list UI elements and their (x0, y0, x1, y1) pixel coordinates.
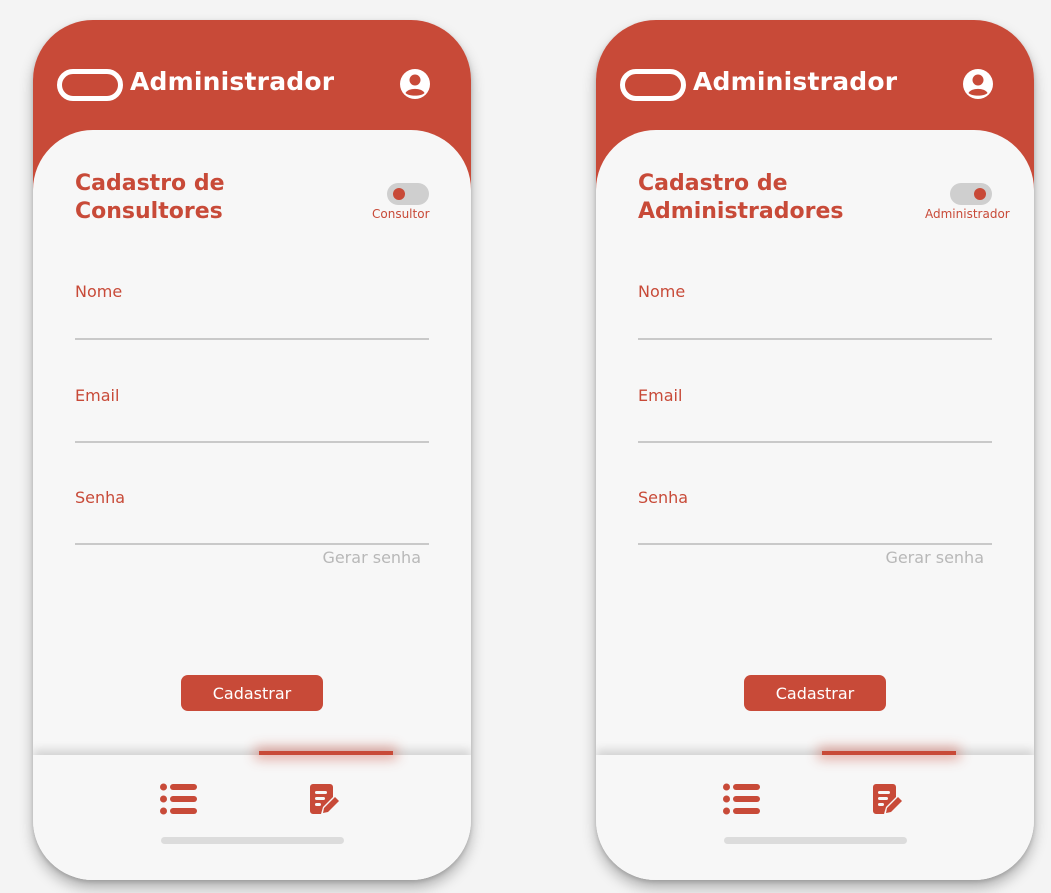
home-indicator (724, 837, 907, 844)
list-icon (160, 783, 197, 815)
home-indicator (161, 837, 344, 844)
form-title: Cadastro de Consultores (75, 170, 335, 226)
bottom-nav (33, 751, 471, 880)
nav-list[interactable] (722, 779, 762, 819)
active-tab-indicator (259, 751, 393, 755)
list-icon (723, 783, 760, 815)
active-tab-indicator (822, 751, 956, 755)
name-label: Nome (638, 282, 686, 301)
user-circle-icon[interactable] (962, 68, 994, 100)
toggle-knob (974, 188, 986, 200)
form-title: Cadastro de Administradores (638, 170, 898, 226)
toggle-knob (393, 188, 405, 200)
submit-button[interactable]: Cadastrar (744, 675, 886, 711)
password-input[interactable] (638, 515, 992, 545)
phone-screen-consultores: Administrador Cadastro de Consultores Co… (33, 20, 471, 880)
role-toggle[interactable] (950, 183, 992, 205)
user-circle-icon[interactable] (399, 68, 431, 100)
header-title: Administrador (693, 67, 898, 96)
pill-logo-icon (57, 69, 123, 101)
header-title: Administrador (130, 67, 335, 96)
password-label: Senha (75, 488, 126, 507)
name-input[interactable] (75, 310, 429, 340)
submit-button[interactable]: Cadastrar (181, 675, 323, 711)
pill-logo-icon (620, 69, 686, 101)
role-toggle[interactable] (387, 183, 429, 205)
name-label: Nome (75, 282, 123, 301)
toggle-label: Administrador (925, 207, 1010, 221)
edit-document-icon (310, 784, 339, 814)
email-label: Email (638, 386, 683, 405)
generate-password-link[interactable]: Gerar senha (322, 548, 421, 567)
form-title-line1: Cadastro de (75, 171, 225, 196)
bottom-nav (596, 751, 1034, 880)
name-input[interactable] (638, 310, 992, 340)
nav-edit[interactable] (868, 779, 908, 819)
email-label: Email (75, 386, 120, 405)
form-title-line1: Cadastro de (638, 171, 788, 196)
toggle-label: Consultor (372, 207, 430, 221)
email-input[interactable] (638, 413, 992, 443)
form-title-line2: Consultores (75, 199, 223, 224)
form-title-line2: Administradores (638, 199, 844, 224)
generate-password-link[interactable]: Gerar senha (885, 548, 984, 567)
nav-list[interactable] (159, 779, 199, 819)
phone-screen-administradores: Administrador Cadastro de Administradore… (596, 20, 1034, 880)
password-label: Senha (638, 488, 689, 507)
nav-edit[interactable] (305, 779, 345, 819)
email-input[interactable] (75, 413, 429, 443)
password-input[interactable] (75, 515, 429, 545)
edit-document-icon (873, 784, 902, 814)
